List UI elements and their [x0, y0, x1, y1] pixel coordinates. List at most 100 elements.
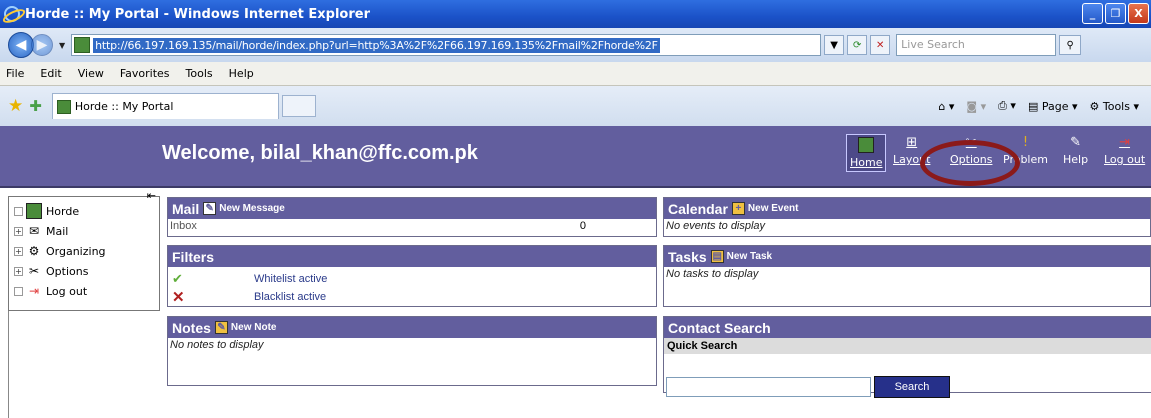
tab-label: Horde :: My Portal: [74, 100, 174, 113]
minimize-button[interactable]: _: [1082, 3, 1103, 24]
history-dropdown-icon[interactable]: ▼: [59, 41, 65, 50]
new-tab-button[interactable]: [281, 95, 316, 117]
add-favorites-icon[interactable]: ✚: [29, 97, 42, 115]
mail-block-header: Mail ✎ New Message: [168, 198, 656, 219]
new-message-link[interactable]: ✎ New Message: [203, 202, 285, 215]
clipboard-icon: ▤: [710, 250, 724, 263]
sidebar-item-organizing[interactable]: + ⚙ Organizing: [14, 243, 106, 259]
menu-file[interactable]: File: [6, 67, 24, 80]
window-title: Horde :: My Portal - Windows Internet Ex…: [25, 6, 370, 22]
address-field[interactable]: http://66.197.169.135/mail/horde/index.p…: [71, 34, 822, 56]
expand-icon[interactable]: +: [14, 266, 23, 276]
blacklist-label[interactable]: Blacklist active: [254, 291, 326, 303]
new-message-label: New Message: [219, 203, 285, 214]
nav-home[interactable]: Home: [846, 134, 887, 172]
window-title-bar: Horde :: My Portal - Windows Internet Ex…: [0, 0, 1151, 28]
menu-bar: File Edit View Favorites Tools Help: [0, 62, 1151, 86]
inbox-count: 0: [579, 220, 586, 232]
search-icon[interactable]: ⚲: [1059, 35, 1082, 55]
page-menu[interactable]: ▤ Page ▾: [1028, 100, 1078, 113]
print-icon[interactable]: ⎙ ▾: [998, 99, 1016, 113]
notes-empty: No notes to display: [170, 339, 264, 351]
home-nav-icon: [858, 137, 875, 153]
tools-menu[interactable]: ⚙ Tools ▾: [1090, 100, 1140, 113]
logout-icon: ⇥: [28, 284, 40, 298]
mail-title[interactable]: Mail: [172, 201, 199, 217]
menu-help[interactable]: Help: [229, 67, 254, 80]
tree-node-icon: [14, 286, 23, 296]
blacklist-row[interactable]: ✕ Blacklist active: [168, 288, 326, 306]
nav-home-label: Home: [850, 156, 883, 169]
contact-search-button[interactable]: Search: [874, 376, 950, 398]
tasks-block-header: Tasks ▤ New Task: [664, 246, 1150, 267]
favorites-star-icon[interactable]: ★: [8, 96, 23, 116]
mail-icon: ✉: [28, 224, 40, 238]
tab-favicon-icon: [56, 99, 71, 114]
page-menu-label: Page: [1041, 99, 1069, 113]
calendar-title[interactable]: Calendar: [668, 201, 728, 217]
feeds-icon[interactable]: ◙ ▾: [966, 100, 986, 113]
stop-icon[interactable]: ✕: [870, 35, 891, 55]
sidebar-item-mail[interactable]: + ✉ Mail: [14, 223, 68, 239]
new-event-label: New Event: [747, 203, 799, 214]
help-book-icon: ✎: [1070, 134, 1081, 150]
horde-icon: [26, 203, 42, 219]
tab-bar: ★ ✚ Horde :: My Portal ⌂ ▾ ◙ ▾ ⎙ ▾ ▤ Pag…: [0, 86, 1151, 126]
tasks-block: Tasks ▤ New Task No tasks to display: [663, 245, 1151, 307]
filters-title[interactable]: Filters: [172, 249, 214, 265]
calendar-block: Calendar + New Event No events to displa…: [663, 197, 1151, 237]
quick-search-label: Quick Search: [664, 338, 1151, 354]
contact-search-input[interactable]: [666, 377, 871, 397]
nav-help[interactable]: ✎ Help: [1063, 134, 1088, 167]
address-dropdown-icon[interactable]: ▼: [824, 35, 845, 55]
whitelist-row[interactable]: ✔ Whitelist active: [168, 271, 327, 287]
inbox-label[interactable]: Inbox: [170, 219, 197, 234]
refresh-icon[interactable]: ⟳: [847, 35, 868, 55]
collapse-sidebar-icon[interactable]: ⇤: [147, 189, 156, 202]
menu-favorites[interactable]: Favorites: [120, 67, 170, 80]
notes-block-header: Notes ✎ New Note: [168, 317, 656, 338]
close-button[interactable]: X: [1128, 3, 1149, 24]
calendar-block-header: Calendar + New Event: [664, 198, 1150, 219]
menu-view[interactable]: View: [78, 67, 104, 80]
notes-title[interactable]: Notes: [172, 320, 211, 336]
live-search-input[interactable]: Live Search: [896, 34, 1057, 56]
check-icon: ✔: [172, 271, 183, 286]
new-task-link[interactable]: ▤ New Task: [710, 250, 773, 263]
sidebar-tree: ⇤ Horde + ✉ Mail + ⚙ Organizing + ✂ Opti…: [8, 189, 160, 311]
sidebar-item-label: Mail: [46, 224, 69, 238]
contact-search-block: Contact Search Quick Search Search: [663, 316, 1151, 398]
address-bar-row: ◀ ▶ ▼ http://66.197.169.135/mail/horde/i…: [0, 28, 1151, 62]
maximize-button[interactable]: ❐: [1105, 3, 1126, 24]
address-controls: ▼ ⟳ ✕: [821, 34, 891, 56]
new-task-label: New Task: [726, 251, 773, 262]
url-text: http://66.197.169.135/mail/horde/index.p…: [93, 37, 660, 53]
tasks-title[interactable]: Tasks: [668, 249, 707, 265]
compose-icon: ✎: [203, 202, 217, 215]
tools-menu-label: Tools: [1102, 99, 1130, 113]
menu-tools[interactable]: Tools: [186, 67, 213, 80]
sidebar-item-logout[interactable]: ⇥ Log out: [14, 283, 87, 299]
sidebar-item-label: Horde: [46, 204, 80, 218]
window-controls: _ ❐ X: [1082, 3, 1149, 24]
whitelist-label[interactable]: Whitelist active: [254, 273, 327, 285]
expand-icon[interactable]: +: [14, 226, 23, 236]
notes-block: Notes ✎ New Note No notes to display: [167, 316, 657, 386]
filters-block-header: Filters: [168, 246, 656, 267]
forward-button[interactable]: ▶: [31, 34, 53, 56]
sidebar-item-label: Options: [46, 264, 89, 278]
new-event-link[interactable]: + New Event: [731, 202, 799, 215]
sidebar-item-label: Log out: [46, 284, 88, 298]
sidebar-item-options[interactable]: + ✂ Options: [14, 263, 88, 279]
sidebar-item-horde[interactable]: Horde: [14, 203, 79, 219]
inbox-row[interactable]: Inbox 0: [168, 219, 656, 234]
tab-horde-portal[interactable]: Horde :: My Portal: [51, 93, 279, 119]
tree-node-icon: [14, 206, 23, 216]
menu-edit[interactable]: Edit: [40, 67, 61, 80]
new-note-link[interactable]: ✎ New Note: [214, 321, 276, 334]
welcome-message: Welcome, bilal_khan@ffc.com.pk: [162, 142, 478, 164]
expand-icon[interactable]: +: [14, 246, 23, 256]
home-icon[interactable]: ⌂ ▾: [938, 100, 954, 113]
nav-logout[interactable]: ⇥ Log out: [1104, 134, 1145, 167]
filters-block: Filters ✔ Whitelist active ✕ Blacklist a…: [167, 245, 657, 307]
